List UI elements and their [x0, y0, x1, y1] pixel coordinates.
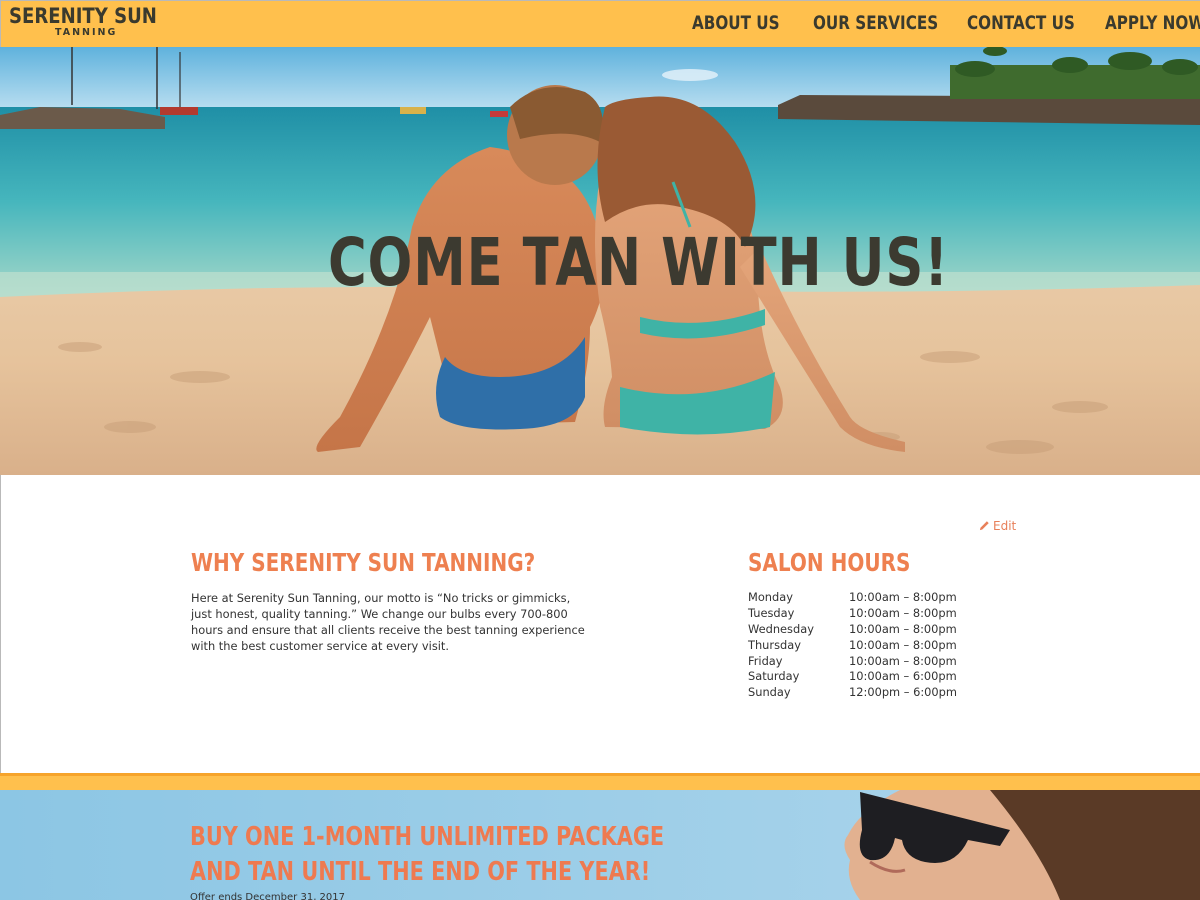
hero-title: COME TAN WITH US!: [328, 224, 950, 301]
hours-row: Tuesday 10:00am – 8:00pm: [748, 606, 957, 622]
promo-banner: BUY ONE 1-MONTH UNLIMITED PACKAGE AND TA…: [0, 790, 1200, 900]
site-logo[interactable]: SERENITY SUN TANNING: [9, 3, 169, 43]
logo-sub-text: TANNING: [55, 27, 118, 38]
nav-apply-now[interactable]: APPLY NOW!: [1105, 11, 1200, 35]
hours-day: Friday: [748, 653, 783, 668]
hours-time: 10:00am – 6:00pm: [849, 669, 957, 684]
hours-row: Sunday 12:00pm – 6:00pm: [748, 685, 957, 701]
section-divider: [0, 773, 1200, 790]
nav-contact-us[interactable]: CONTACT US: [967, 11, 1075, 35]
edit-link[interactable]: Edit: [979, 519, 1016, 533]
hours-row: Monday 10:00am – 8:00pm: [748, 590, 957, 606]
hours-day: Saturday: [748, 669, 800, 684]
hero-banner: COME TAN WITH US!: [0, 47, 1200, 475]
promo-title-line-2: AND TAN UNTIL THE END OF THE YEAR!: [190, 857, 651, 887]
hours-day: Sunday: [748, 685, 791, 700]
hours-row: Wednesday 10:00am – 8:00pm: [748, 622, 957, 638]
hours-row: Friday 10:00am – 8:00pm: [748, 654, 957, 670]
hours-day: Thursday: [748, 637, 801, 652]
nav-our-services[interactable]: OUR SERVICES: [813, 11, 938, 35]
pencil-icon: [979, 521, 989, 531]
hours-row: Thursday 10:00am – 8:00pm: [748, 638, 957, 654]
hours-day: Tuesday: [748, 605, 795, 620]
hours-time: 12:00pm – 6:00pm: [849, 685, 957, 700]
hours-time: 10:00am – 8:00pm: [849, 605, 957, 620]
logo-main-text: SERENITY SUN: [9, 4, 157, 28]
edit-link-label: Edit: [993, 519, 1017, 533]
hours-time: 10:00am – 8:00pm: [849, 590, 957, 604]
hours-day: Monday: [748, 590, 793, 604]
hours-day: Wednesday: [748, 621, 814, 636]
hours-table: Monday 10:00am – 8:00pm Tuesday 10:00am – …: [748, 590, 957, 701]
site-header: SERENITY SUN TANNING ABOUT US OUR SERVIC…: [0, 0, 1200, 47]
main-content: Edit WHY SERENITY SUN TANNING? Here at S…: [0, 475, 1200, 773]
promo-title-line-1: BUY ONE 1-MONTH UNLIMITED PACKAGE: [190, 822, 665, 852]
promo-title: BUY ONE 1-MONTH UNLIMITED PACKAGE AND TA…: [190, 820, 664, 890]
hours-row: Saturday 10:00am – 6:00pm: [748, 669, 957, 685]
why-title: WHY SERENITY SUN TANNING?: [191, 548, 536, 577]
nav-about-us[interactable]: ABOUT US: [692, 11, 780, 35]
hours-title: SALON HOURS: [748, 548, 911, 577]
hours-time: 10:00am – 8:00pm: [849, 653, 957, 668]
hours-time: 10:00am – 8:00pm: [849, 637, 957, 652]
hours-time: 10:00am – 8:00pm: [849, 621, 957, 636]
promo-fine-print: Offer ends December 31, 2017: [190, 892, 345, 900]
why-body: Here at Serenity Sun Tanning, our motto …: [191, 591, 585, 653]
